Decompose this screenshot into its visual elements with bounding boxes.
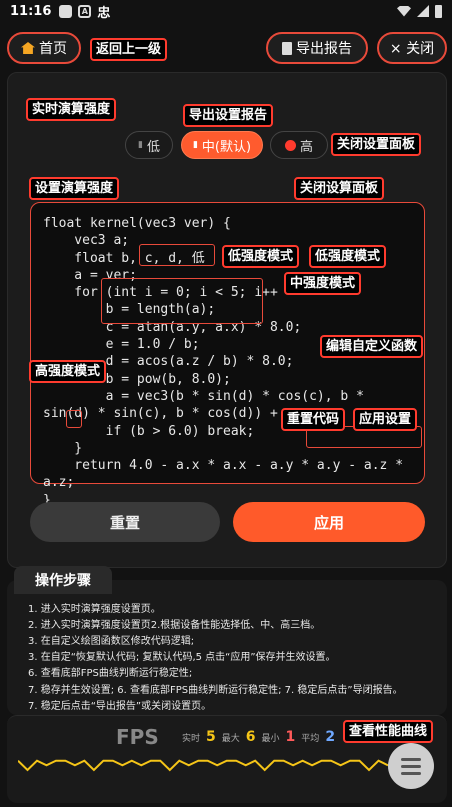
low-label: 低 [146,139,160,155]
code-line: a = ver; [43,267,137,283]
app-notification-icon [59,4,73,18]
step-item: 3. 在自定义绘图函数区修改代码逻辑; [28,636,195,647]
code-line: for (int i = 0; i < 5; i++ [43,285,278,301]
apply-button[interactable]: 应用 [233,502,425,542]
menu-line-icon [401,771,421,775]
code-line: a = vec3(b * sin(d) * cos(c), b * [43,388,364,404]
medium-indicator-icon: ▮ [192,140,198,150]
signal-icon [417,5,429,17]
fps-realtime-value: 5 [206,729,216,745]
battery-icon [435,4,442,18]
fps-realtime-label: 实时 [182,734,201,744]
edit-custom-function-button[interactable]: 编辑自定义函数 [320,335,424,358]
export-label: 导出报告 [296,41,352,57]
fps-title: FPS [116,725,159,749]
close-button[interactable]: × 关闭 [377,32,447,64]
menu-fab-button[interactable] [388,743,434,789]
close-settings-panel-button[interactable]: 关闭设置面板 [331,133,422,156]
view-performance-curve-button[interactable]: 查看性能曲线 [343,720,434,743]
strength-label: 实时演算强度 [26,98,117,121]
step-item: 3. 在自定“恢复默认代码; 复默认代码,5 点击“应用”保存并生效设置。 [28,652,336,663]
step-item: 7. 稳定后点击“导出报告”或关闭设置页。 [28,701,212,712]
strength-option-low[interactable]: ▮ 低 [125,131,173,159]
menu-line-icon [401,757,421,761]
fps-avg-value: 2 [325,729,336,745]
export-settings-report-button[interactable]: 导出设置报告 [183,104,274,127]
step-item: 6. 查看底部FPS曲线判断运行稳定性; [28,668,193,679]
step-item: 2. 进入实时演算强度设置页2.根据设备性能选择低、中、高三档。 [28,620,321,631]
fps-min-label: 最小 [261,734,280,744]
document-icon [282,41,292,55]
low-mode-tag-2: 低强度模式 [309,245,387,268]
code-line: float kernel(vec3 ver) { [43,216,231,231]
set-strength-label: 设置演算强度 [29,177,120,200]
home-label: 首页 [39,41,67,57]
app-glyph: 忠 [97,5,111,21]
fps-avg-label: 平均 [301,734,320,744]
reset-button[interactable]: 重置 [30,502,220,542]
step-item: 7. 稳存并生效设置; 6. 查看底部FPS曲线判断运行稳定性; 7. 稳定后点… [28,685,403,696]
close-calc-panel-button[interactable]: 关闭设算面板 [294,177,385,200]
fps-stats: 实时 5 最大 6 最小 1 平均 2 [182,729,335,745]
high-indicator-icon [284,139,296,151]
low-indicator-icon: ▮ [138,140,143,150]
fps-curve [18,759,388,772]
high-label: 高 [299,139,313,155]
photo-notification-icon: A [78,4,92,18]
code-line: c = atan(a.y, a.x) * 8.0; [43,319,302,335]
fps-curve-line [18,759,388,772]
status-time: 11:16 [10,3,52,19]
mid-mode-tag: 中强度模式 [284,272,362,295]
apply-settings-button[interactable]: 应用设置 [353,408,418,431]
fps-max-value: 6 [245,729,256,745]
fps-min-value: 1 [285,729,296,745]
back-button[interactable]: 返回上一级 [90,38,168,61]
strength-option-high[interactable]: 高 [270,131,328,159]
home-button[interactable]: 首页 [7,32,81,64]
strength-option-medium[interactable]: ▮ 中(默认) [181,131,263,159]
menu-line-icon [401,764,421,768]
wifi-icon [397,5,411,17]
high-mode-tag: 高强度模式 [29,360,107,383]
export-report-button[interactable]: 导出报告 [266,32,368,64]
code-line: } [43,440,83,456]
code-line: return 4.0 - a.x * a.x - a.y * a.y - a.z… [43,458,404,474]
code-line: a.z; [43,475,75,491]
reset-code-button[interactable]: 重置代码 [281,408,346,431]
status-bar: 11:16 A 忠 [0,0,452,22]
fps-max-label: 最大 [221,734,240,744]
low-mode-tag-1: 低强度模式 [222,245,300,268]
steps-title: 操作步骤 [14,566,112,594]
code-line: b = length(a); [43,302,216,318]
step-item: 1. 进入实时演算强度设置页。 [28,604,161,615]
home-icon [21,42,35,54]
medium-label: 中(默认) [201,139,252,155]
